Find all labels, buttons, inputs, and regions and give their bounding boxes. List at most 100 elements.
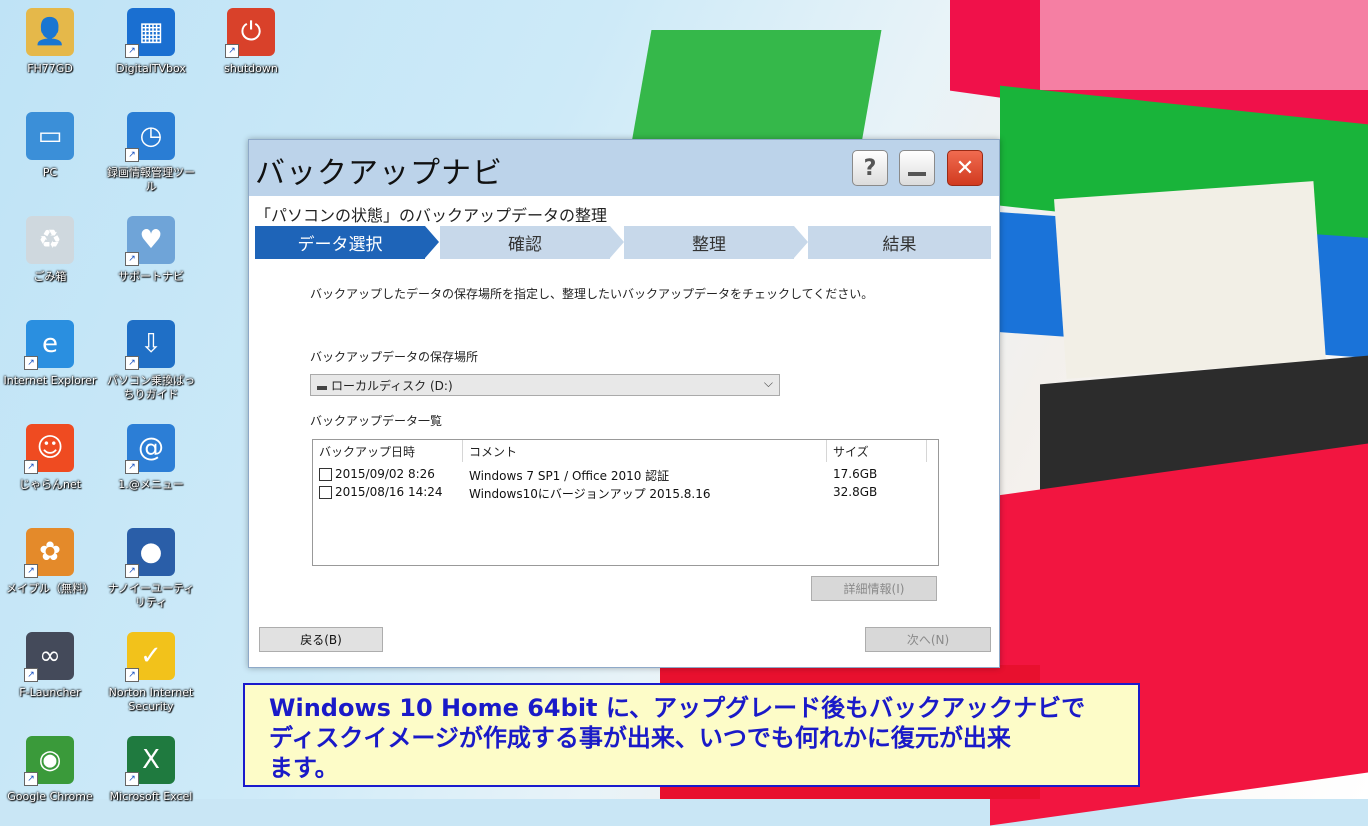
desktop-icon[interactable]: ♻ ごみ箱 bbox=[2, 216, 98, 284]
desktop-icon[interactable]: 👤 FH77GD bbox=[2, 8, 98, 76]
user-folder-icon: 👤 bbox=[26, 8, 74, 56]
location-select[interactable]: ローカルディスク (D:) ⌵ bbox=[310, 374, 780, 396]
minimize-button[interactable] bbox=[899, 150, 935, 186]
desktop-icon[interactable]: @ ↗ 1.@メニュー bbox=[103, 424, 199, 492]
desktop-icon-label: FH77GD bbox=[27, 62, 73, 75]
desktop-icon[interactable]: ♥ ↗ サポートナビ bbox=[103, 216, 199, 284]
shortcut-arrow-icon: ↗ bbox=[125, 44, 139, 58]
step-label: データ選択 bbox=[297, 235, 383, 255]
wallpaper-shape bbox=[1040, 0, 1368, 90]
row-size: 17.6GB bbox=[833, 467, 878, 481]
desktop-icon[interactable]: X ↗ Microsoft Excel bbox=[103, 736, 199, 804]
nanoe-icon: ● ↗ bbox=[125, 528, 175, 578]
desktop-icon[interactable]: ⇩ ↗ パソコン乗換ばっちりガイド bbox=[103, 320, 199, 402]
desktop-icon-label: パソコン乗換ばっちりガイド bbox=[107, 374, 195, 401]
excel-icon: X ↗ bbox=[125, 736, 175, 786]
chevron-down-icon: ⌵ bbox=[763, 376, 773, 390]
backup-list: バックアップ日時 コメント サイズ 2015/09/02 8:26 Window… bbox=[312, 439, 939, 566]
recycle-bin-icon: ♻ bbox=[26, 216, 74, 264]
step-confirm: 確認 bbox=[440, 226, 624, 259]
desktop-icon-label: DigitalTVbox bbox=[116, 62, 186, 75]
desktop-icon[interactable]: e ↗ Internet Explorer bbox=[2, 320, 98, 388]
desktop-icon-label: 録画情報管理ツール bbox=[107, 166, 195, 193]
row-comment: Windows10にバージョンアップ 2015.8.16 bbox=[469, 487, 711, 501]
desktop-icon-label: じゃらんnet bbox=[18, 478, 82, 491]
shortcut-arrow-icon: ↗ bbox=[125, 148, 139, 162]
desktop-icon[interactable]: ▦ ↗ DigitalTVbox bbox=[103, 8, 199, 76]
desktop-icon[interactable]: ● ↗ ナノイーユーティリティ bbox=[103, 528, 199, 610]
desktop-icon-label: ごみ箱 bbox=[33, 270, 67, 283]
help-button[interactable]: ? bbox=[852, 150, 888, 186]
shortcut-arrow-icon: ↗ bbox=[125, 668, 139, 682]
shortcut-arrow-icon: ↗ bbox=[125, 252, 139, 266]
list-label: バックアップデータ一覧 bbox=[310, 414, 443, 428]
step-arrow bbox=[794, 226, 808, 258]
desktop-icon-label: ナノイーユーティリティ bbox=[107, 582, 195, 609]
table-row[interactable]: 2015/08/16 14:24 Windows10にバージョンアップ 2015… bbox=[313, 484, 938, 501]
desktop-icon-label: Norton Internet Security bbox=[108, 686, 194, 713]
desktop-icon[interactable]: ⏻ ↗ shutdown bbox=[203, 8, 299, 76]
caption-line: ます。 bbox=[269, 754, 339, 782]
step-result: 結果 bbox=[808, 226, 991, 259]
column-header-date[interactable]: バックアップ日時 bbox=[313, 440, 463, 462]
desktop-icon-label: shutdown bbox=[224, 62, 278, 75]
shortcut-arrow-icon: ↗ bbox=[24, 460, 38, 474]
desktop-icon-label: メイプル（無料） bbox=[6, 582, 94, 595]
back-button[interactable]: 戻る(B) bbox=[259, 627, 383, 652]
shortcut-arrow-icon: ↗ bbox=[24, 772, 38, 786]
row-date: 2015/09/02 8:26 bbox=[335, 467, 435, 481]
desktop-icon-label: Microsoft Excel bbox=[109, 790, 193, 803]
row-checkbox[interactable] bbox=[319, 468, 332, 481]
shortcut-arrow-icon: ↗ bbox=[125, 460, 139, 474]
desktop-icon[interactable]: ◉ ↗ Google Chrome bbox=[2, 736, 98, 804]
step-label: 確認 bbox=[508, 235, 542, 255]
desktop-icon[interactable]: ◷ ↗ 録画情報管理ツール bbox=[103, 112, 199, 194]
desktop-icon[interactable]: ∞ ↗ F-Launcher bbox=[2, 632, 98, 700]
detail-info-button[interactable]: 詳細情報(I) bbox=[811, 576, 937, 601]
step-arrow bbox=[425, 226, 439, 258]
support-heart-icon: ♥ ↗ bbox=[125, 216, 175, 266]
desktop-icon-label: Internet Explorer bbox=[3, 374, 97, 387]
desktop-icon[interactable]: ▭ PC bbox=[2, 112, 98, 180]
step-data-select: データ選択 bbox=[255, 226, 439, 259]
window-title: バックアップナビ bbox=[255, 156, 503, 191]
wizard-steps: データ選択 確認 整理 結果 bbox=[255, 226, 991, 259]
desktop-icon[interactable]: ☺ ↗ じゃらんnet bbox=[2, 424, 98, 492]
step-arrow bbox=[610, 226, 624, 258]
desktop-icon-label: Google Chrome bbox=[7, 790, 93, 803]
desktop-icon[interactable]: ✓ ↗ Norton Internet Security bbox=[103, 632, 199, 714]
step-label: 整理 bbox=[692, 235, 726, 255]
column-header-size[interactable]: サイズ bbox=[827, 440, 927, 462]
location-value: ローカルディスク (D:) bbox=[331, 378, 453, 393]
instruction-text: バックアップしたデータの保存場所を指定し、整理したいバックアップデータをチェック… bbox=[310, 287, 874, 301]
title-bar[interactable]: バックアップナビ ? ✕ bbox=[249, 140, 999, 196]
page-subtitle: 「パソコンの状態」のバックアップデータの整理 bbox=[255, 206, 608, 225]
transfer-guide-icon: ⇩ ↗ bbox=[125, 320, 175, 370]
shortcut-arrow-icon: ↗ bbox=[125, 564, 139, 578]
backup-navi-window: バックアップナビ ? ✕ 「パソコンの状態」のバックアップデータの整理 データ選… bbox=[248, 139, 1000, 668]
table-row[interactable]: 2015/09/02 8:26 Windows 7 SP1 / Office 2… bbox=[313, 466, 938, 483]
next-button[interactable]: 次へ(N) bbox=[865, 627, 991, 652]
norton-check-icon: ✓ ↗ bbox=[125, 632, 175, 682]
step-label: 結果 bbox=[882, 235, 917, 255]
annotation-caption: Windows 10 Home 64bit に、アップグレード後もバックアックナ… bbox=[243, 683, 1140, 787]
location-label: バックアップデータの保存場所 bbox=[310, 350, 479, 364]
shortcut-arrow-icon: ↗ bbox=[24, 668, 38, 682]
computer-icon: ▭ bbox=[26, 112, 74, 160]
row-date: 2015/08/16 14:24 bbox=[335, 485, 443, 499]
at-menu-icon: @ ↗ bbox=[125, 424, 175, 474]
jalan-icon: ☺ ↗ bbox=[24, 424, 74, 474]
desktop-icon[interactable]: ✿ ↗ メイプル（無料） bbox=[2, 528, 98, 596]
row-checkbox[interactable] bbox=[319, 486, 332, 499]
shortcut-arrow-icon: ↗ bbox=[24, 356, 38, 370]
desktop-icon-label: PC bbox=[42, 166, 58, 179]
shortcut-arrow-icon: ↗ bbox=[125, 772, 139, 786]
column-header-comment[interactable]: コメント bbox=[463, 440, 827, 462]
row-size: 32.8GB bbox=[833, 485, 878, 499]
shortcut-arrow-icon: ↗ bbox=[225, 44, 239, 58]
drive-icon bbox=[317, 386, 327, 390]
shortcut-arrow-icon: ↗ bbox=[24, 564, 38, 578]
close-icon: ✕ bbox=[955, 155, 975, 181]
close-button[interactable]: ✕ bbox=[947, 150, 983, 186]
row-comment: Windows 7 SP1 / Office 2010 認証 bbox=[469, 469, 670, 483]
